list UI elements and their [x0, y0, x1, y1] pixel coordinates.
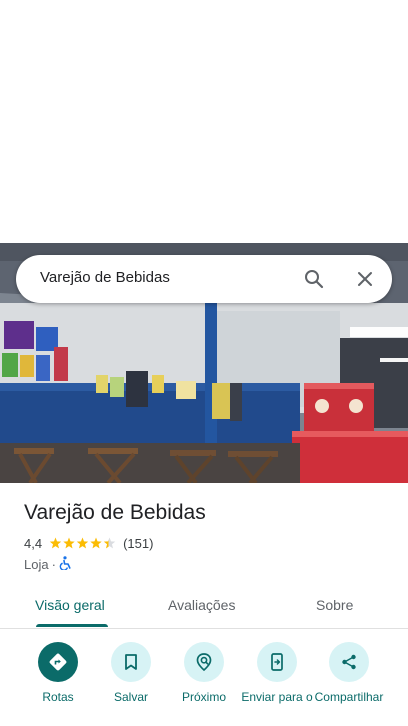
- directions-button[interactable]: Rotas: [20, 640, 96, 704]
- directions-label: Rotas: [42, 690, 74, 704]
- star-icons: [49, 537, 116, 549]
- save-label: Salvar: [113, 690, 148, 704]
- meta-separator: ·: [51, 557, 56, 572]
- send-to-phone-label: Enviar para o: [241, 690, 313, 704]
- directions-icon: [38, 642, 78, 682]
- search-input[interactable]: Varejão de Bebidas: [40, 269, 170, 286]
- wheelchair-accessible-icon: [59, 556, 72, 573]
- place-meta-row: Loja ·: [24, 556, 72, 573]
- share-icon: [329, 642, 369, 682]
- nearby-label: Próximo: [181, 690, 226, 704]
- share-button[interactable]: Compartilhar: [311, 640, 387, 704]
- star-icon: [49, 537, 62, 549]
- rating-value: 4,4: [24, 536, 43, 551]
- search-bar[interactable]: Varejão de Bebidas: [16, 255, 392, 303]
- place-title: Varejão de Bebidas: [24, 501, 206, 524]
- place-category: Loja: [24, 557, 49, 572]
- bookmark-icon: [111, 642, 151, 682]
- search-icon[interactable]: [302, 267, 326, 291]
- tab-overview[interactable]: Visão geral: [35, 583, 105, 627]
- rating-stars: [49, 537, 117, 550]
- star-icon: [63, 537, 75, 549]
- tab-bar: Visão geral Avaliações Sobre: [0, 583, 408, 629]
- nearby-button[interactable]: Próximo: [166, 640, 242, 704]
- rating-row[interactable]: 4,4 (151): [24, 536, 153, 551]
- star-icon: [90, 537, 102, 549]
- share-label: Compartilhar: [314, 690, 384, 704]
- action-bar: Rotas Salvar Próximo Enviar para o Compa…: [0, 640, 408, 726]
- active-tab-indicator: [36, 624, 108, 627]
- send-to-phone-button[interactable]: Enviar para o: [239, 640, 315, 704]
- review-count[interactable]: (151): [123, 536, 153, 551]
- save-button[interactable]: Salvar: [93, 640, 169, 704]
- nearby-icon: [184, 642, 224, 682]
- send-to-phone-icon: [257, 642, 297, 682]
- tab-reviews[interactable]: Avaliações: [168, 583, 235, 627]
- star-icon: [103, 537, 116, 549]
- tab-about[interactable]: Sobre: [316, 583, 353, 627]
- close-icon[interactable]: [353, 267, 377, 291]
- star-icon: [76, 537, 89, 549]
